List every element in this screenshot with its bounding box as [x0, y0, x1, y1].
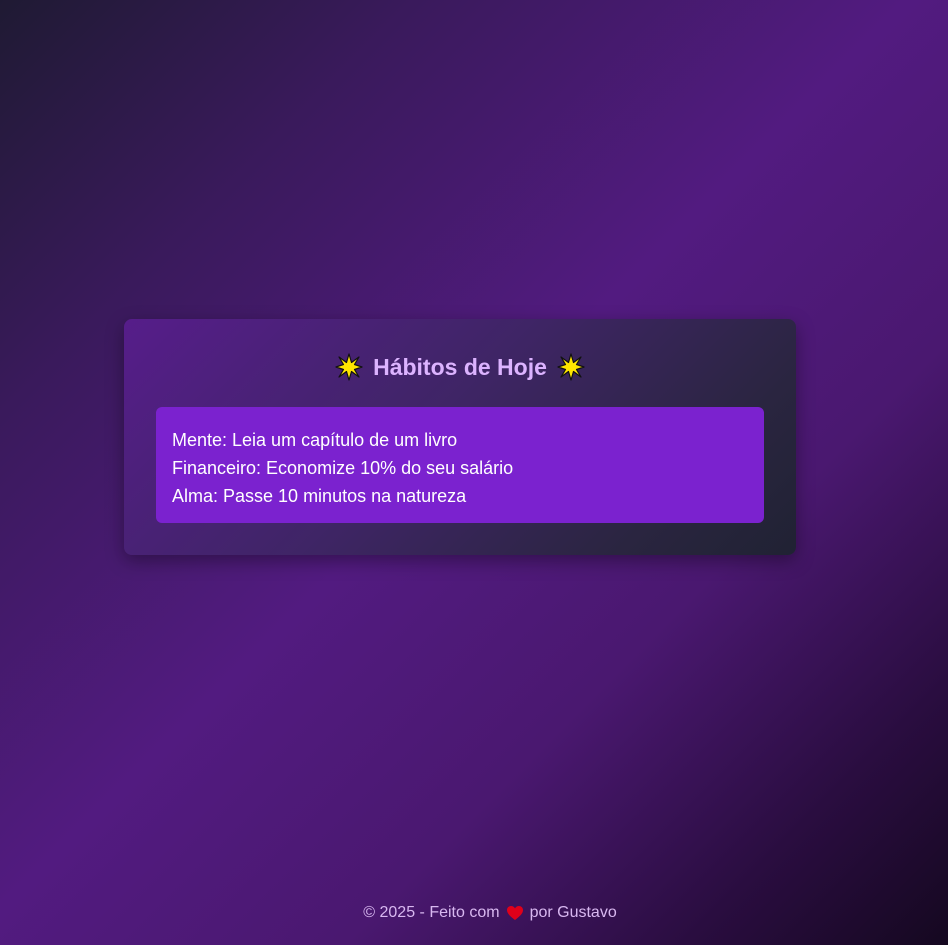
habits-card: Hábitos de Hoje Mente: Leia um capítulo … — [124, 319, 796, 555]
footer-prefix: © 2025 - Feito com — [363, 904, 500, 921]
habit-financeiro: Financeiro: Economize 10% do seu salário — [172, 458, 514, 478]
star-icon — [557, 353, 585, 381]
footer: © 2025 - Feito com por Gustavo — [0, 901, 948, 925]
habit-alma: Alma: Passe 10 minutos na natureza — [172, 486, 467, 506]
footer-suffix: por Gustavo — [529, 904, 617, 921]
star-icon — [335, 353, 363, 381]
habits-list: Mente: Leia um capítulo de um livro Fina… — [156, 407, 764, 523]
page-title: Hábitos de Hoje — [373, 353, 547, 380]
card-header: Hábitos de Hoje — [124, 352, 796, 382]
habit-mente: Mente: Leia um capítulo de um livro — [172, 430, 458, 450]
heart-icon — [506, 906, 523, 920]
